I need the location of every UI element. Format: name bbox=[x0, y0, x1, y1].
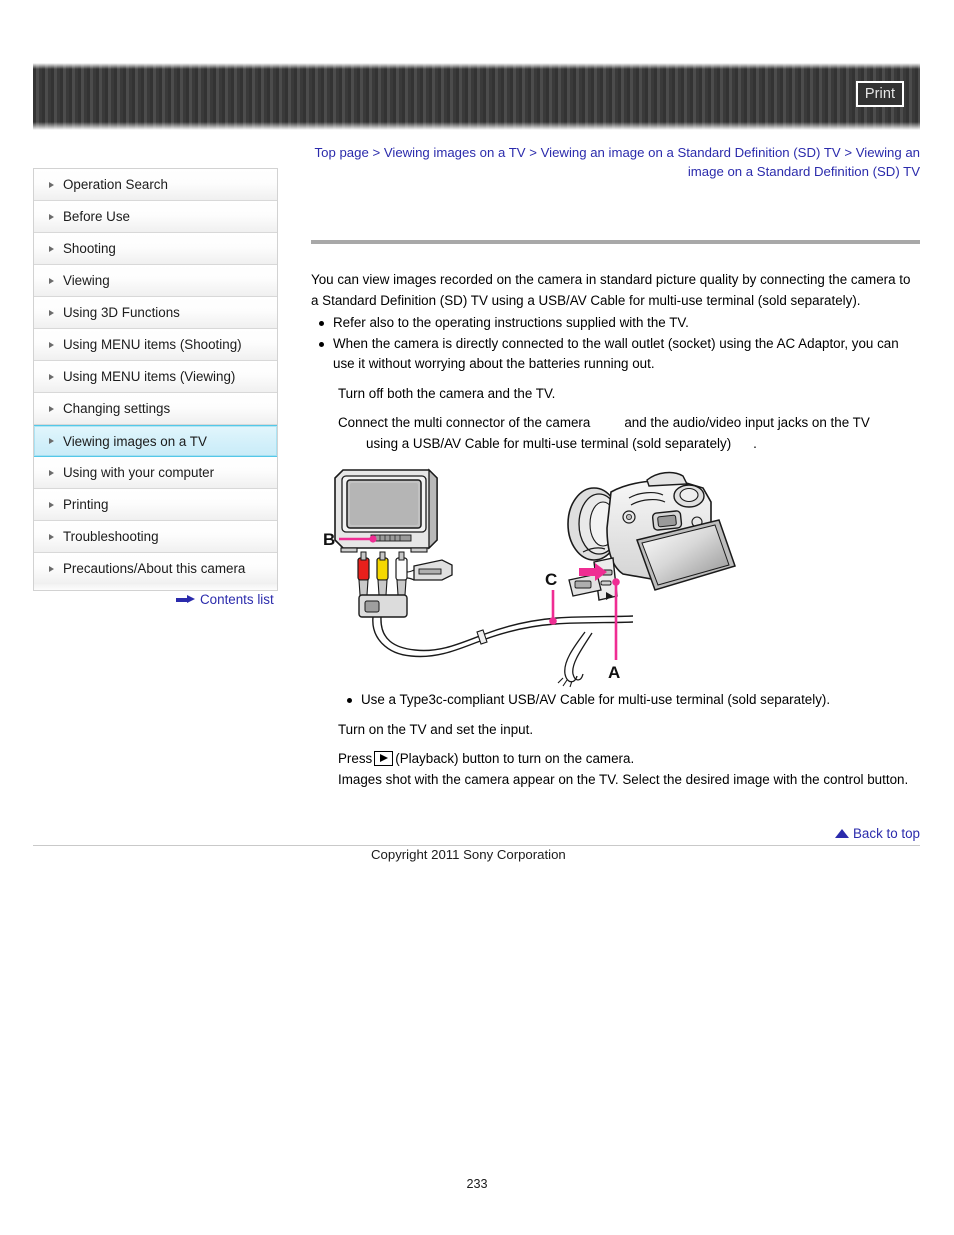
section-divider bbox=[311, 240, 920, 244]
step-2-text-part2: and the audio/video input jacks on the T… bbox=[624, 415, 870, 430]
sidebar-item-viewing-images-on-a-tv[interactable]: Viewing images on a TV bbox=[34, 425, 277, 457]
step-4-text-pre: Press bbox=[338, 751, 373, 766]
step-2-text-part4: . bbox=[753, 435, 757, 451]
sidebar-item-troubleshooting[interactable]: Troubleshooting bbox=[34, 521, 277, 553]
chevron-right-icon bbox=[49, 533, 54, 540]
chevron-right-icon bbox=[49, 341, 54, 348]
sidebar-item-label: Before Use bbox=[63, 209, 130, 224]
sidebar-item-label: Using with your computer bbox=[63, 465, 215, 480]
step-2-hanging-line: using a USB/AV Cable for multi-use termi… bbox=[338, 434, 920, 455]
copyright-text: Copyright 2011 Sony Corporation bbox=[371, 847, 566, 862]
step-3-text: Turn on the TV and set the input. bbox=[338, 721, 534, 737]
sidebar-item-menu-items-viewing[interactable]: Using MENU items (Viewing) bbox=[34, 361, 277, 393]
intro-paragraph: You can view images recorded on the came… bbox=[311, 272, 911, 308]
callout-b-label: B bbox=[323, 530, 335, 549]
breadcrumb: Top page > Viewing images on a TV > View… bbox=[300, 143, 920, 182]
sidebar-bottom-cap bbox=[33, 584, 278, 591]
sidebar-item-label: Using 3D Functions bbox=[63, 305, 180, 320]
chevron-right-icon bbox=[49, 213, 54, 220]
chevron-right-icon bbox=[49, 245, 54, 252]
sidebar-item-viewing[interactable]: Viewing bbox=[34, 265, 277, 297]
contents-list-link[interactable]: Contents list bbox=[176, 592, 274, 607]
breadcrumb-item-sd-tv[interactable]: Viewing an image on a Standard Definitio… bbox=[541, 145, 841, 160]
sidebar-item-label: Precautions/About this camera bbox=[63, 561, 246, 576]
back-to-top-label: Back to top bbox=[853, 826, 920, 841]
step-2: Connect the multi connector of the camer… bbox=[311, 413, 920, 454]
breadcrumb-separator: > bbox=[529, 145, 537, 160]
connection-diagram: B C A bbox=[311, 462, 920, 690]
page-number: 233 bbox=[466, 1177, 488, 1191]
sidebar-item-label: Troubleshooting bbox=[63, 529, 159, 544]
step-2-text-part1: Connect the multi connector of the camer… bbox=[338, 415, 591, 430]
list-item: Refer also to the operating instructions… bbox=[311, 313, 920, 334]
list-item: When the camera is directly connected to… bbox=[311, 334, 920, 375]
breadcrumb-separator: > bbox=[844, 145, 853, 160]
arrow-right-icon bbox=[176, 595, 196, 604]
sidebar-item-shooting[interactable]: Shooting bbox=[34, 233, 277, 265]
rca-plugs-illustration bbox=[357, 551, 453, 618]
callout-a-label: A bbox=[608, 663, 620, 682]
list-item: Use a Type3c-compliant USB/AV Cable for … bbox=[311, 690, 920, 711]
chevron-right-icon bbox=[49, 469, 54, 476]
chevron-right-icon bbox=[49, 309, 54, 316]
callout-b-dot bbox=[369, 535, 377, 543]
playback-icon bbox=[374, 751, 394, 766]
main-content: You can view images recorded on the came… bbox=[311, 196, 920, 790]
callout-c-label: C bbox=[545, 570, 557, 589]
step-4-detail: Images shot with the camera appear on th… bbox=[338, 771, 909, 787]
connection-diagram-svg: B C A bbox=[323, 468, 736, 688]
sidebar-item-before-use[interactable]: Before Use bbox=[34, 201, 277, 233]
step-3: Turn on the TV and set the input. bbox=[311, 720, 920, 741]
sidebar-item-printing[interactable]: Printing bbox=[34, 489, 277, 521]
header-banner: Print bbox=[33, 63, 920, 130]
sidebar-item-label: Viewing bbox=[63, 273, 110, 288]
breadcrumb-item-top-page[interactable]: Top page bbox=[315, 145, 369, 160]
step-1: Turn off both the camera and the TV. bbox=[311, 384, 920, 405]
callout-c-dot bbox=[549, 617, 557, 625]
chevron-right-icon bbox=[49, 565, 54, 572]
breadcrumb-separator: > bbox=[372, 145, 381, 160]
step-2-text-part3: using a USB/AV Cable for multi-use termi… bbox=[366, 435, 732, 451]
breadcrumb-item-viewing-images-on-a-tv[interactable]: Viewing images on a TV bbox=[384, 145, 526, 160]
sidebar-item-precautions-about-this-camera[interactable]: Precautions/About this camera bbox=[34, 553, 277, 585]
chevron-right-icon bbox=[49, 405, 54, 412]
sidebar-item-label: Viewing images on a TV bbox=[63, 433, 207, 449]
sidebar-item-label: Operation Search bbox=[63, 177, 168, 192]
camera-illustration bbox=[567, 471, 736, 601]
sidebar-item-using-with-your-computer[interactable]: Using with your computer bbox=[34, 457, 277, 489]
step-4-text-post: (Playback) button to turn on the camera. bbox=[395, 751, 635, 766]
sidebar-item-menu-items-shooting[interactable]: Using MENU items (Shooting) bbox=[34, 329, 277, 361]
sidebar-item-operation-search[interactable]: Operation Search bbox=[34, 169, 277, 201]
chevron-right-icon bbox=[49, 277, 54, 284]
step-1-text: Turn off both the camera and the TV. bbox=[338, 385, 556, 401]
footer-divider bbox=[33, 845, 920, 846]
chevron-right-icon bbox=[49, 373, 54, 380]
callout-a-dot bbox=[612, 578, 620, 586]
sidebar-item-label: Using MENU items (Viewing) bbox=[63, 369, 236, 384]
cable-note-list: Use a Type3c-compliant USB/AV Cable for … bbox=[311, 690, 920, 711]
sidebar-nav: Operation Search Before Use Shooting Vie… bbox=[33, 168, 278, 585]
triangle-up-icon bbox=[835, 829, 849, 838]
sidebar-item-using-3d-functions[interactable]: Using 3D Functions bbox=[34, 297, 277, 329]
chevron-right-icon bbox=[49, 181, 54, 188]
sidebar-item-changing-settings[interactable]: Changing settings bbox=[34, 393, 277, 425]
step-4: Press (Playback) button to turn on the ca… bbox=[311, 749, 920, 790]
print-button[interactable]: Print bbox=[856, 81, 904, 107]
cable-illustration bbox=[372, 615, 634, 688]
sidebar-item-label: Using MENU items (Shooting) bbox=[63, 337, 242, 352]
notes-list: Refer also to the operating instructions… bbox=[311, 313, 920, 375]
contents-list-label: Contents list bbox=[200, 592, 274, 607]
chevron-right-icon bbox=[49, 438, 54, 444]
chevron-right-icon bbox=[49, 501, 54, 508]
sidebar-item-label: Changing settings bbox=[63, 401, 171, 416]
sidebar-item-label: Shooting bbox=[63, 241, 116, 256]
sidebar-item-label: Printing bbox=[63, 497, 109, 512]
back-to-top-link[interactable]: Back to top bbox=[835, 826, 920, 841]
